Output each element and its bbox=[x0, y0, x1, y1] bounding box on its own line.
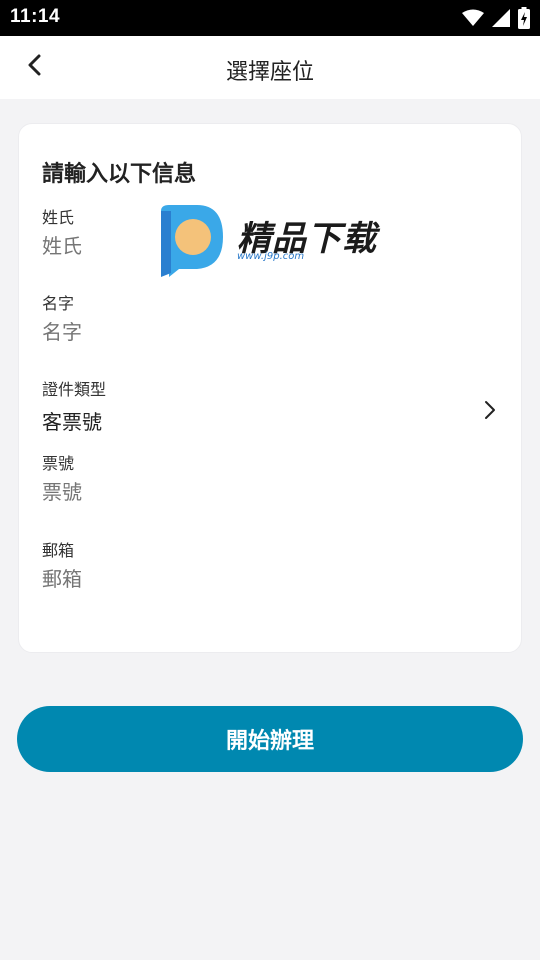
given-name-label: 名字 bbox=[42, 294, 75, 313]
id-type-selector[interactable]: 證件類型 客票號 bbox=[42, 376, 498, 435]
given-name-input[interactable] bbox=[42, 320, 498, 344]
id-type-value: 客票號 bbox=[42, 410, 102, 434]
email-field: 郵箱 bbox=[42, 537, 498, 591]
wifi-icon bbox=[462, 9, 484, 31]
email-label: 郵箱 bbox=[42, 541, 75, 560]
given-name-field: 名字 bbox=[42, 290, 498, 344]
watermark-url: www.j9p.com bbox=[237, 251, 305, 262]
status-icons bbox=[462, 7, 530, 33]
watermark: 精品下载 www.j9p.com bbox=[157, 203, 387, 279]
battery-icon bbox=[518, 7, 530, 33]
email-input[interactable] bbox=[42, 567, 498, 591]
header: 選擇座位 bbox=[0, 36, 540, 99]
id-type-label: 證件類型 bbox=[42, 380, 107, 399]
start-button[interactable]: 開始辦理 bbox=[17, 706, 523, 772]
ticket-number-label: 票號 bbox=[42, 454, 75, 473]
page-title: 選擇座位 bbox=[225, 60, 314, 85]
status-bar: 11:14 bbox=[0, 0, 540, 36]
chevron-right-icon bbox=[484, 400, 496, 424]
ticket-number-field: 票號 bbox=[42, 450, 498, 504]
status-time: 11:14 bbox=[10, 6, 61, 27]
ticket-number-input[interactable] bbox=[42, 480, 498, 504]
form-heading: 請輸入以下信息 bbox=[42, 162, 197, 187]
watermark-logo-icon bbox=[157, 203, 225, 283]
signal-icon bbox=[492, 9, 510, 31]
